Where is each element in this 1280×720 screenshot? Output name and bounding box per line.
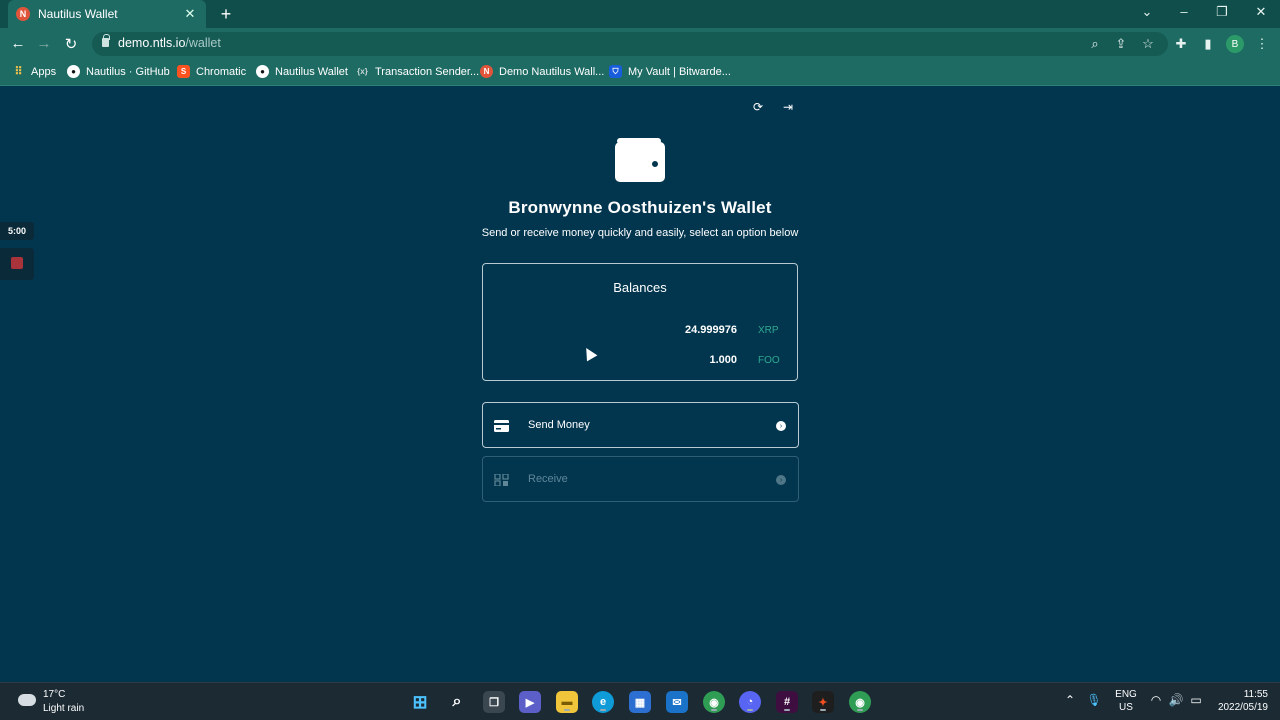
new-tab-icon[interactable]: + <box>216 4 236 25</box>
url-text[interactable]: demo.ntls.io/wallet <box>118 36 221 50</box>
taskbar: 17°C Light rain ⊞ ⌕ ❐ ▶ ▬ e ▦ ✉ ◉ ◔ # ✦ … <box>0 682 1280 720</box>
figma-icon[interactable]: ✦ <box>812 691 834 713</box>
send-money-label: Send Money <box>528 419 590 431</box>
credit-card-icon <box>494 420 509 432</box>
volume-icon[interactable]: 🔊 <box>1168 693 1184 707</box>
receive-label: Receive <box>528 473 568 485</box>
discord-icon[interactable]: ◔ <box>739 691 761 713</box>
tab-title: Nautilus Wallet <box>38 7 118 21</box>
balances-heading: Balances <box>613 280 667 295</box>
transaction-icon: {x} <box>357 67 368 76</box>
side-panel-icon[interactable]: ▮ <box>1199 36 1217 52</box>
refresh-icon[interactable]: ⟳ <box>751 100 765 114</box>
balance-currency: FOO <box>758 355 780 366</box>
tab-strip: N Nautilus Wallet ✕ + ⌄ – ❐ ✕ <box>0 0 1280 28</box>
balance-row-foo: 1.000 FOO <box>483 354 797 370</box>
clock[interactable]: 11:55 2022/05/19 <box>1212 688 1268 714</box>
bookmark-apps[interactable]: ⠿ Apps <box>12 65 56 79</box>
chevron-right-icon: › <box>776 421 786 431</box>
balances-card: Balances 24.999976 XRP 1.000 FOO <box>482 263 798 381</box>
bookmark-chromatic[interactable]: S Chromatic <box>177 65 246 78</box>
mail-icon[interactable]: ✉ <box>666 691 688 713</box>
receive-button[interactable]: Receive › <box>482 456 799 502</box>
task-view-icon[interactable]: ❐ <box>483 691 505 713</box>
wallet-title: Bronwynne Oosthuizen's Wallet <box>508 198 772 217</box>
chromatic-icon: S <box>177 65 190 78</box>
language-indicator[interactable]: ENG US <box>1112 688 1140 714</box>
balance-amount: 1.000 <box>709 354 737 366</box>
bookmark-demo-nautilus-wallet[interactable]: N Demo Nautilus Wall... <box>480 65 604 78</box>
nautilus-icon: N <box>480 65 493 78</box>
bookmarks-bar: ⠿ Apps ● Nautilus · GitHub S Chromatic ●… <box>0 60 1280 86</box>
bookmark-transaction-sender[interactable]: {x} Transaction Sender... <box>356 65 479 78</box>
microphone-icon[interactable]: 🎙 <box>1086 693 1102 707</box>
battery-icon[interactable]: ▭ <box>1188 693 1204 707</box>
slack-icon[interactable]: # <box>776 691 798 713</box>
balance-amount: 24.999976 <box>685 324 737 336</box>
menu-kebab-icon[interactable]: ⋮ <box>1253 36 1271 52</box>
minimize-icon[interactable]: – <box>1174 4 1194 19</box>
back-icon[interactable]: ← <box>9 35 27 52</box>
forward-icon[interactable]: → <box>35 35 53 52</box>
wallet-subtitle: Send or receive money quickly and easily… <box>481 227 799 239</box>
lock-icon[interactable] <box>102 34 110 47</box>
file-explorer-icon[interactable]: ▬ <box>556 691 578 713</box>
logout-icon[interactable]: ⇥ <box>781 100 795 114</box>
bookmark-nautilus-wallet[interactable]: ● Nautilus Wallet <box>256 65 348 78</box>
recording-timer: 5:00 <box>0 222 34 240</box>
bookmark-bitwarden[interactable]: ⛉ My Vault | Bitwarde... <box>609 65 731 78</box>
cloud-rain-icon[interactable] <box>18 694 36 706</box>
teams-chat-icon[interactable]: ▶ <box>519 691 541 713</box>
balance-row-xrp: 24.999976 XRP <box>483 324 797 340</box>
weather-description[interactable]: Light rain <box>43 703 84 714</box>
chrome-icon[interactable]: ◉ <box>703 691 725 713</box>
windows-start-icon[interactable]: ⊞ <box>409 691 431 713</box>
github-icon: ● <box>67 65 80 78</box>
nautilus-favicon-icon: N <box>16 7 30 21</box>
weather-temperature[interactable]: 17°C <box>43 689 65 700</box>
chrome-icon[interactable]: ◉ <box>849 691 871 713</box>
share-icon[interactable]: ⇪ <box>1112 36 1130 52</box>
bitwarden-icon: ⛉ <box>609 65 622 78</box>
close-window-icon[interactable]: ✕ <box>1251 4 1271 20</box>
browser-toolbar: ← → ↻ demo.ntls.io/wallet ⌕ ⇪ ☆ ✚ ▮ B ⋮ <box>0 28 1280 60</box>
stop-icon <box>11 257 23 269</box>
address-bar[interactable]: demo.ntls.io/wallet ⌕ ⇪ ☆ <box>92 32 1168 56</box>
wallet-page: ⟳ ⇥ Bronwynne Oosthuizen's Wallet Send o… <box>0 86 1280 682</box>
zoom-search-icon[interactable]: ⌕ <box>1086 36 1104 52</box>
close-tab-icon[interactable]: ✕ <box>182 6 198 22</box>
tab-nautilus-wallet[interactable]: N Nautilus Wallet ✕ <box>8 0 206 28</box>
wifi-icon[interactable]: ◠ <box>1148 693 1164 707</box>
reload-icon[interactable]: ↻ <box>62 35 80 53</box>
tab-search-chevron-icon[interactable]: ⌄ <box>1137 4 1157 20</box>
github-icon: ● <box>256 65 269 78</box>
extensions-icon[interactable]: ✚ <box>1172 36 1190 52</box>
chevron-right-icon: › <box>776 475 786 485</box>
recording-stop-button[interactable] <box>0 248 34 280</box>
maximize-icon[interactable]: ❐ <box>1212 4 1232 20</box>
bookmark-nautilus-github[interactable]: ● Nautilus · GitHub <box>67 65 170 78</box>
search-icon[interactable]: ⌕ <box>446 691 468 713</box>
wallet-icon <box>615 138 665 182</box>
send-money-button[interactable]: Send Money › <box>482 402 799 448</box>
apps-grid-icon: ⠿ <box>14 66 23 78</box>
profile-avatar[interactable]: B <box>1226 35 1244 53</box>
edge-icon[interactable]: e <box>592 691 614 713</box>
chevron-up-icon[interactable]: ⌃ <box>1062 693 1078 707</box>
store-icon[interactable]: ▦ <box>629 691 651 713</box>
bookmark-star-icon[interactable]: ☆ <box>1139 36 1157 52</box>
qr-code-icon <box>494 474 509 486</box>
balance-currency: XRP <box>758 325 779 336</box>
